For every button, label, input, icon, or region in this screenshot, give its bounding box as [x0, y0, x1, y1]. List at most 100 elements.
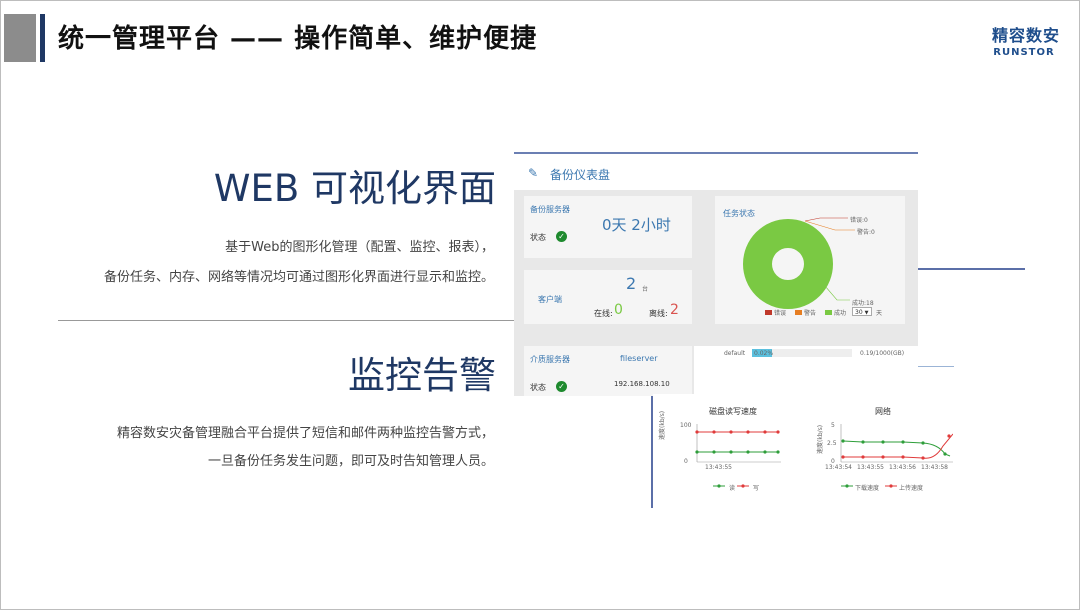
dashboard-title: 备份仪表盘	[550, 168, 611, 182]
net-upload-point-4	[921, 456, 925, 460]
offline-count: 2	[670, 302, 679, 318]
backup-dashboard: ✎ 备份仪表盘 备份服务器 0天 2小时 状态 ✓ 任务状态 错误:0 警告:0…	[514, 152, 918, 396]
pie-slice-2	[743, 219, 833, 309]
dashboard-header: ✎ 备份仪表盘	[514, 154, 918, 190]
disk-read-point-3	[746, 450, 750, 454]
legend-write-marker	[741, 484, 745, 488]
net-download-line	[842, 440, 951, 457]
storage-percent: 0.02%	[754, 350, 774, 357]
days-select[interactable]: 30 ▼	[852, 307, 872, 316]
net-y-tick-0: 5	[831, 422, 835, 429]
online-count: 0	[614, 302, 623, 318]
section-monitor-text-1: 精容数安灾备管理融合平台提供了短信和邮件两种监控告警方式，	[116, 426, 494, 441]
monitor-charts: 磁盘读写速度 网络 100 0 13:43:55 速度(kb/s) 5 2.5 …	[653, 394, 953, 506]
backup-server-uptime: 0天 2小时	[602, 216, 671, 234]
legend-read-marker	[717, 484, 721, 488]
callout-warning: 警告:0	[857, 229, 875, 236]
media-server-card[interactable]: 介质服务器 fileserver 192.168.108.10 状态 ✓	[524, 346, 692, 396]
title-accent-grey	[4, 14, 36, 62]
legend-warning: 警告	[804, 310, 817, 317]
edit-icon[interactable]: ✎	[528, 166, 538, 180]
disk-write-point-0	[695, 430, 699, 434]
callout-error: 错误:0	[850, 217, 868, 224]
legend-upload-marker	[889, 484, 893, 488]
disk-x-tick: 13:43:55	[705, 464, 732, 471]
net-ylabel: 速度(kb/s)	[817, 424, 824, 454]
section-monitor-text-2: 一旦备份任务发生问题，即可及时告知管理人员。	[207, 454, 494, 469]
storage-name: default	[724, 350, 746, 357]
company-logo: 精容数安 RUNSTOR	[992, 22, 1061, 58]
disk-y-max: 100	[680, 422, 692, 429]
legend-warning-swatch	[795, 310, 802, 315]
callout-line-error	[804, 217, 848, 222]
media-server-status-label: 状态	[530, 383, 546, 392]
net-download-point-5	[943, 452, 947, 456]
backup-server-status-label: 状态	[530, 233, 546, 242]
task-status-pie-chart	[743, 217, 855, 309]
legend-error: 错误	[774, 310, 787, 317]
section-web-heading: WEB 可视化界面	[213, 167, 496, 210]
clients-card[interactable]: 2 台 客户端 在线: 0 离线: 2	[524, 270, 692, 324]
disk-write-point-4	[763, 430, 767, 434]
slide-title: 统一管理平台 —— 操作简单、维护便捷	[58, 24, 538, 54]
days-unit: 天	[876, 310, 883, 317]
client-count-unit: 台	[642, 286, 649, 293]
net-upload-point-5	[947, 434, 951, 438]
logo-cn: 精容数安	[992, 26, 1061, 45]
net-x-tick-2: 13:43:56	[889, 464, 916, 471]
callout-line-success	[824, 285, 850, 301]
disk-read-point-0	[695, 450, 699, 454]
net-x-tick-3: 13:43:58	[921, 464, 948, 471]
check-icon: ✓	[556, 231, 567, 242]
disk-read-point-4	[763, 450, 767, 454]
net-download-point-0	[841, 439, 845, 443]
net-x-tick-0: 13:43:54	[825, 464, 852, 471]
disk-read-point-2	[729, 450, 733, 454]
disk-legend-write: 写	[753, 485, 760, 492]
legend-success: 成功	[834, 310, 847, 317]
net-download-point-3	[901, 440, 905, 444]
net-upload-point-3	[901, 455, 905, 459]
backup-server-label: 备份服务器	[530, 205, 570, 214]
online-label: 在线:	[594, 309, 613, 318]
disk-write-point-5	[776, 430, 780, 434]
net-y-tick-1: 2.5	[827, 440, 837, 447]
storage-usage: 0.19/1000(GB)	[860, 350, 905, 357]
net-upload-point-2	[881, 455, 885, 459]
disk-read-point-1	[712, 450, 716, 454]
net-x-tick-1: 13:43:55	[857, 464, 884, 471]
callout-success: 成功:18	[852, 300, 874, 307]
net-upload-point-1	[861, 455, 865, 459]
disk-write-point-2	[729, 430, 733, 434]
disk-write-point-1	[712, 430, 716, 434]
media-server-name: fileserver	[620, 354, 658, 363]
storage-progress-bar: 0.02%	[752, 349, 852, 357]
section-web-text-2: 备份任务、内存、网络等情况均可通过图形化界面进行显示和监控。	[103, 270, 494, 285]
net-legend-upload: 上传速度	[899, 485, 924, 492]
offline-label: 离线:	[649, 309, 668, 318]
section-monitor-heading: 监控告警	[348, 354, 496, 397]
task-status-card[interactable]: 任务状态 错误:0 警告:0 成功:18 错误 警告 成功 30 ▼ 天	[715, 196, 905, 324]
backup-server-card[interactable]: 备份服务器 0天 2小时 状态 ✓	[524, 196, 692, 258]
net-legend-download: 下载速度	[855, 485, 880, 492]
section-web-text-1: 基于Web的图形化管理（配置、监控、报表），	[225, 240, 494, 255]
media-server-ip: 192.168.108.10	[614, 380, 670, 388]
media-server-label: 介质服务器	[530, 355, 570, 364]
storage-card[interactable]: default 0.02% 0.19/1000(GB)	[694, 346, 918, 396]
net-upload-point-0	[841, 455, 845, 459]
net-download-point-4	[921, 441, 925, 445]
disk-y-min: 0	[684, 458, 688, 465]
clients-label: 客户端	[538, 295, 562, 304]
legend-error-swatch	[765, 310, 772, 315]
legend-download-marker	[845, 484, 849, 488]
check-icon: ✓	[556, 381, 567, 392]
disk-write-point-3	[746, 430, 750, 434]
client-count: 2	[626, 274, 637, 293]
net-download-point-1	[861, 440, 865, 444]
disk-ylabel: 速度(kb/s)	[659, 410, 666, 440]
section-divider	[58, 320, 516, 321]
days-select-value: 30	[855, 309, 863, 316]
net-download-point-2	[881, 440, 885, 444]
title-accent-blue	[40, 14, 45, 62]
disk-read-point-5	[776, 450, 780, 454]
